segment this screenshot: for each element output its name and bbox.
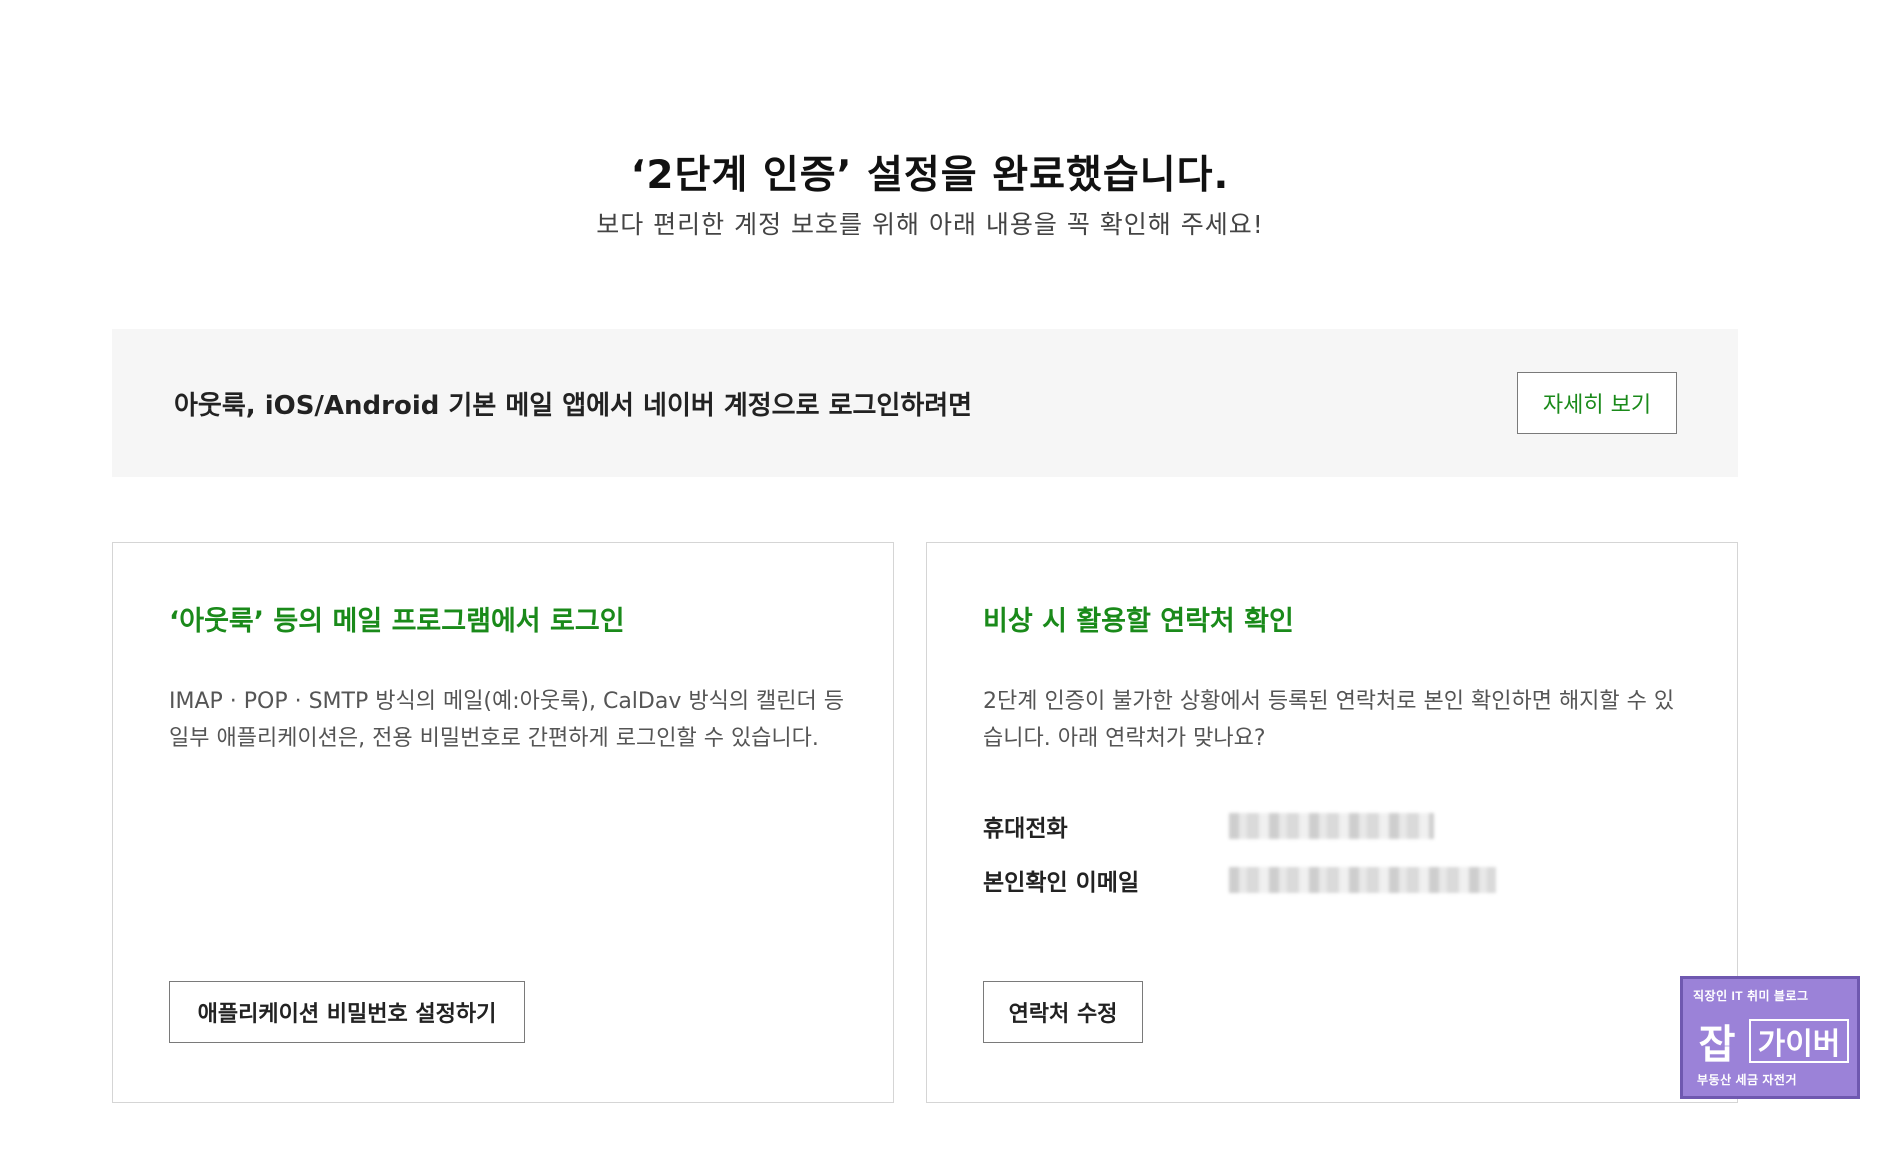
page: ‘2단계 인증’ 설정을 완료했습니다. 보다 편리한 계정 보호를 위해 아래… <box>0 0 1904 1152</box>
watermark-box-text: 가이버 <box>1749 1019 1849 1063</box>
watermark-logo: 직장인 IT 취미 블로그 잡 가이버 부동산 세금 자전거 <box>1680 976 1860 1099</box>
banner-text: 아웃룩, iOS/Android 기본 메일 앱에서 네이버 계정으로 로그인하… <box>174 390 973 421</box>
page-subtitle: 보다 편리한 계정 보호를 위해 아래 내용을 꼭 확인해 주세요! <box>596 210 1264 239</box>
view-details-button[interactable]: 자세히 보기 <box>1517 372 1677 434</box>
watermark-mid: 잡 가이버 <box>1691 1015 1849 1067</box>
set-app-password-button[interactable]: 애플리케이션 비밀번호 설정하기 <box>169 981 525 1043</box>
contact-row-email: 본인확인 이메일 <box>983 853 1683 907</box>
header: ‘2단계 인증’ 설정을 완료했습니다. 보다 편리한 계정 보호를 위해 아래… <box>0 150 1860 242</box>
mail-program-card-description: IMAP · POP · SMTP 방식의 메일(예:아웃룩), CalDav … <box>169 689 845 751</box>
page-title: ‘2단계 인증’ 설정을 완료했습니다. <box>630 153 1230 198</box>
emergency-contact-card-description: 2단계 인증이 불가한 상황에서 등록된 연락처로 본인 확인하면 해지할 수 … <box>983 689 1675 751</box>
watermark-bottom-text: 부동산 세금 자전거 <box>1697 1073 1797 1087</box>
email-value-redacted <box>1229 867 1496 893</box>
contact-row-phone: 휴대전화 <box>983 799 1683 853</box>
phone-label: 휴대전화 <box>983 816 1068 842</box>
phone-value-redacted <box>1229 813 1434 839</box>
contact-list: 휴대전화 본인확인 이메일 <box>983 799 1683 907</box>
watermark-top-text: 직장인 IT 취미 블로그 <box>1693 989 1809 1003</box>
mail-program-card-title: ‘아웃룩’ 등의 메일 프로그램에서 로그인 <box>169 606 625 637</box>
mail-program-card: ‘아웃룩’ 등의 메일 프로그램에서 로그인 IMAP · POP · SMTP… <box>112 542 894 1103</box>
emergency-contact-card-title: 비상 시 활용할 연락처 확인 <box>983 606 1294 637</box>
mail-app-login-banner: 아웃룩, iOS/Android 기본 메일 앱에서 네이버 계정으로 로그인하… <box>112 329 1738 477</box>
watermark-big-char: 잡 <box>1698 1023 1736 1067</box>
edit-contact-button[interactable]: 연락처 수정 <box>983 981 1143 1043</box>
email-label: 본인확인 이메일 <box>983 870 1140 896</box>
emergency-contact-card: 비상 시 활용할 연락처 확인 2단계 인증이 불가한 상황에서 등록된 연락처… <box>926 542 1738 1103</box>
